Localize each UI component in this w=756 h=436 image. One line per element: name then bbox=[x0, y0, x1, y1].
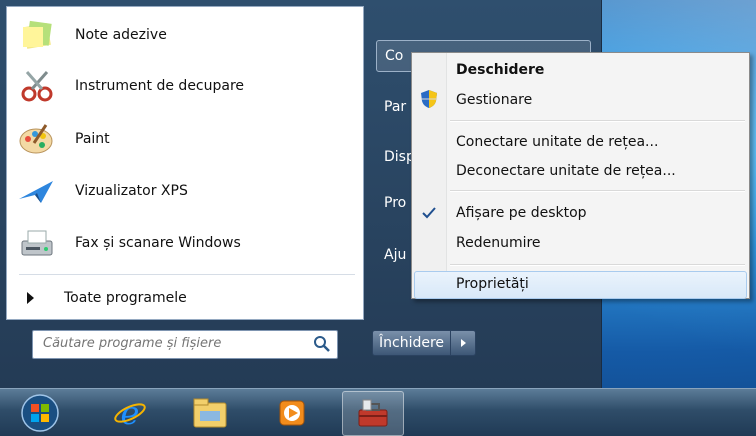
windows-explorer-icon bbox=[193, 398, 227, 427]
toolbox-icon bbox=[358, 399, 388, 426]
taskbar: e bbox=[0, 388, 756, 436]
menu-item-properties[interactable]: Proprietăți bbox=[456, 271, 529, 297]
all-programs-button[interactable]: Toate programele bbox=[27, 283, 187, 313]
paint-palette-icon bbox=[13, 119, 61, 159]
divider bbox=[19, 274, 355, 275]
taskbar-control-panel[interactable] bbox=[342, 391, 404, 436]
menu-item-manage[interactable]: Gestionare bbox=[456, 87, 532, 113]
svg-text:e: e bbox=[121, 395, 140, 431]
menu-item-show-on-desktop[interactable]: Afișare pe desktop bbox=[456, 200, 587, 226]
programs-pane: Note adezive Instrument de decupare Pain… bbox=[6, 6, 364, 320]
menu-item-disconnect-network-drive[interactable]: Deconectare unitate de rețea... bbox=[456, 158, 676, 184]
menu-separator bbox=[450, 264, 745, 266]
taskbar-internet-explorer[interactable]: e bbox=[100, 391, 160, 434]
program-label: Vizualizator XPS bbox=[75, 183, 188, 199]
shutdown-options-button[interactable] bbox=[451, 330, 477, 356]
internet-explorer-icon: e bbox=[114, 395, 146, 431]
program-item-snipping-tool[interactable]: Instrument de decupare bbox=[13, 64, 353, 108]
taskbar-windows-explorer[interactable] bbox=[180, 391, 240, 434]
program-label: Instrument de decupare bbox=[75, 78, 245, 94]
search-input[interactable] bbox=[41, 335, 305, 352]
scissors-icon bbox=[13, 66, 61, 106]
shutdown-group: Închidere bbox=[372, 330, 477, 356]
checkmark-icon bbox=[422, 205, 436, 224]
menu-item-map-network-drive[interactable]: Conectare unitate de rețea... bbox=[456, 129, 658, 155]
menu-separator bbox=[450, 190, 745, 192]
program-label: Fax și scanare Windows bbox=[75, 235, 241, 251]
start-orb-icon bbox=[21, 393, 59, 432]
context-menu: Deschidere Gestionare Conectare unitate … bbox=[411, 52, 750, 299]
search-icon[interactable] bbox=[313, 335, 331, 353]
xps-viewer-icon bbox=[13, 171, 61, 211]
search-box[interactable] bbox=[32, 330, 338, 359]
menu-separator bbox=[450, 120, 745, 122]
triangle-right-icon bbox=[27, 292, 34, 304]
menu-item-open[interactable]: Deschidere bbox=[456, 57, 544, 83]
search-area bbox=[6, 318, 362, 382]
shutdown-button[interactable]: Închidere bbox=[372, 330, 452, 356]
shield-icon bbox=[420, 89, 438, 113]
sticky-notes-icon bbox=[13, 15, 61, 55]
program-item-sticky-notes[interactable]: Note adezive bbox=[13, 13, 353, 57]
program-label: Note adezive bbox=[75, 27, 167, 43]
program-label: Paint bbox=[75, 131, 110, 147]
menu-item-rename[interactable]: Redenumire bbox=[456, 230, 541, 256]
start-button[interactable] bbox=[10, 391, 70, 434]
program-item-xps-viewer[interactable]: Vizualizator XPS bbox=[13, 169, 353, 213]
media-player-icon bbox=[279, 400, 305, 425]
fax-scanner-icon bbox=[13, 223, 61, 263]
program-item-paint[interactable]: Paint bbox=[13, 117, 353, 161]
program-item-fax-scan[interactable]: Fax și scanare Windows bbox=[13, 221, 353, 265]
chevron-right-icon bbox=[461, 339, 467, 347]
taskbar-media-player[interactable] bbox=[262, 391, 322, 434]
